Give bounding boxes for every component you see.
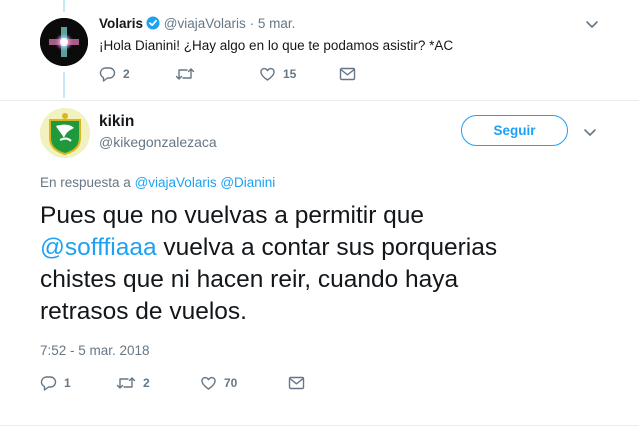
chevron-down-icon[interactable] (582, 124, 598, 140)
tweet-text-fragment: vuelva a contar sus porquerias (156, 234, 498, 261)
envelope-icon (288, 376, 305, 390)
chevron-down-icon[interactable] (584, 16, 600, 32)
tweet-text-line: retrasos de vuelos. (40, 298, 247, 325)
parent-message-button[interactable] (339, 67, 356, 81)
parent-actions: 2 15 (99, 66, 356, 82)
follow-button[interactable]: Seguir (461, 115, 568, 146)
reply-icon (99, 66, 116, 82)
verified-badge-icon (146, 16, 160, 33)
parent-tweet[interactable]: Volaris @viajaVolaris · 5 mar. ¡Hola Dia… (0, 0, 639, 100)
reply-context: En respuesta a @viajaVolaris @Dianini (40, 175, 275, 190)
parent-reply-count: 2 (123, 67, 130, 81)
main-reply-count: 1 (64, 376, 71, 390)
heart-icon (200, 375, 217, 391)
parent-retweet-button[interactable] (175, 66, 259, 82)
main-tweet-text: Pues que no vuelvas a permitir que @soff… (40, 200, 620, 328)
main-actions: 1 2 70 (40, 375, 305, 391)
envelope-icon (339, 67, 356, 81)
parent-handle[interactable]: @viajaVolaris (164, 16, 246, 31)
parent-tweet-text: ¡Hola Dianini! ¿Hay algo en lo que te po… (99, 38, 454, 53)
parent-date[interactable]: 5 mar. (258, 16, 296, 31)
tweet-text-line: @sofffiaaa vuelva a contar sus porqueria… (40, 232, 620, 264)
tweet-separator (0, 100, 639, 101)
bottom-divider (0, 425, 639, 426)
volaris-avatar[interactable] (40, 18, 88, 66)
retweet-icon (175, 66, 195, 82)
main-retweet-count: 2 (143, 376, 150, 390)
parent-reply-button[interactable]: 2 (99, 66, 175, 82)
tweet-text-line: chistes que ni hacen reir, cuando haya (40, 266, 459, 293)
reply-prefix: En respuesta a (40, 175, 131, 190)
main-like-count: 70 (224, 376, 238, 390)
heart-icon (259, 66, 276, 82)
parent-tweet-header: Volaris @viajaVolaris · 5 mar. (99, 16, 295, 33)
parent-like-count: 15 (283, 67, 297, 81)
kikin-avatar[interactable] (40, 108, 90, 158)
parent-like-button[interactable]: 15 (259, 66, 339, 82)
reply-mentions[interactable]: @viajaVolaris @Dianini (135, 175, 276, 190)
main-reply-button[interactable]: 1 (40, 375, 116, 391)
main-handle[interactable]: @kikegonzalezaca (99, 134, 217, 150)
main-like-button[interactable]: 70 (200, 375, 288, 391)
tweet-text-line: Pues que no vuelvas a permitir que (40, 202, 425, 229)
mention-link[interactable]: @sofffiaaa (40, 234, 157, 261)
main-message-button[interactable] (288, 376, 305, 390)
tweet-timestamp[interactable]: 7:52 - 5 mar. 2018 (40, 343, 150, 358)
parent-author-name[interactable]: Volaris (99, 16, 143, 31)
main-retweet-button[interactable]: 2 (116, 375, 200, 391)
reply-icon (40, 375, 57, 391)
retweet-icon (116, 375, 136, 391)
parent-separator: · (249, 16, 255, 31)
main-author-name[interactable]: kikin (99, 113, 134, 131)
